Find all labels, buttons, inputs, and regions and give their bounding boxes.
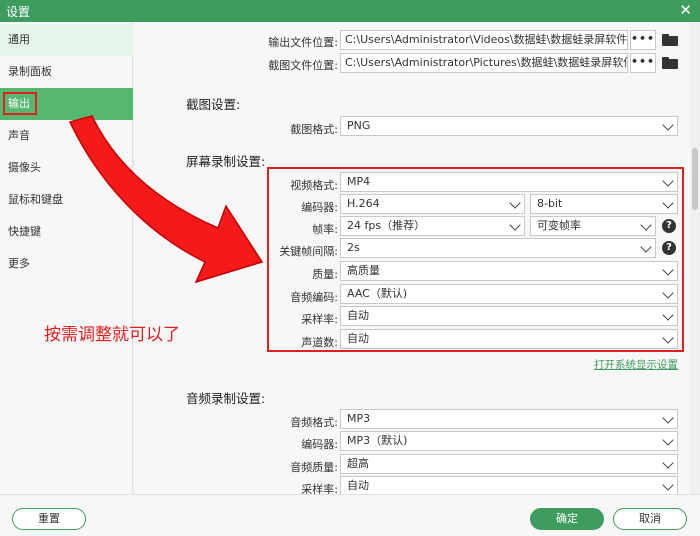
- ok-button[interactable]: 确定: [530, 508, 604, 530]
- dialog-footer: 重置 确定 取消: [0, 494, 700, 536]
- reset-button[interactable]: 重置: [12, 508, 86, 530]
- arrow-shape: [68, 115, 264, 284]
- annotation-arrow-icon: [68, 115, 264, 284]
- annotation-text: 按需调整就可以了: [44, 325, 180, 345]
- cancel-button[interactable]: 取消: [613, 508, 687, 530]
